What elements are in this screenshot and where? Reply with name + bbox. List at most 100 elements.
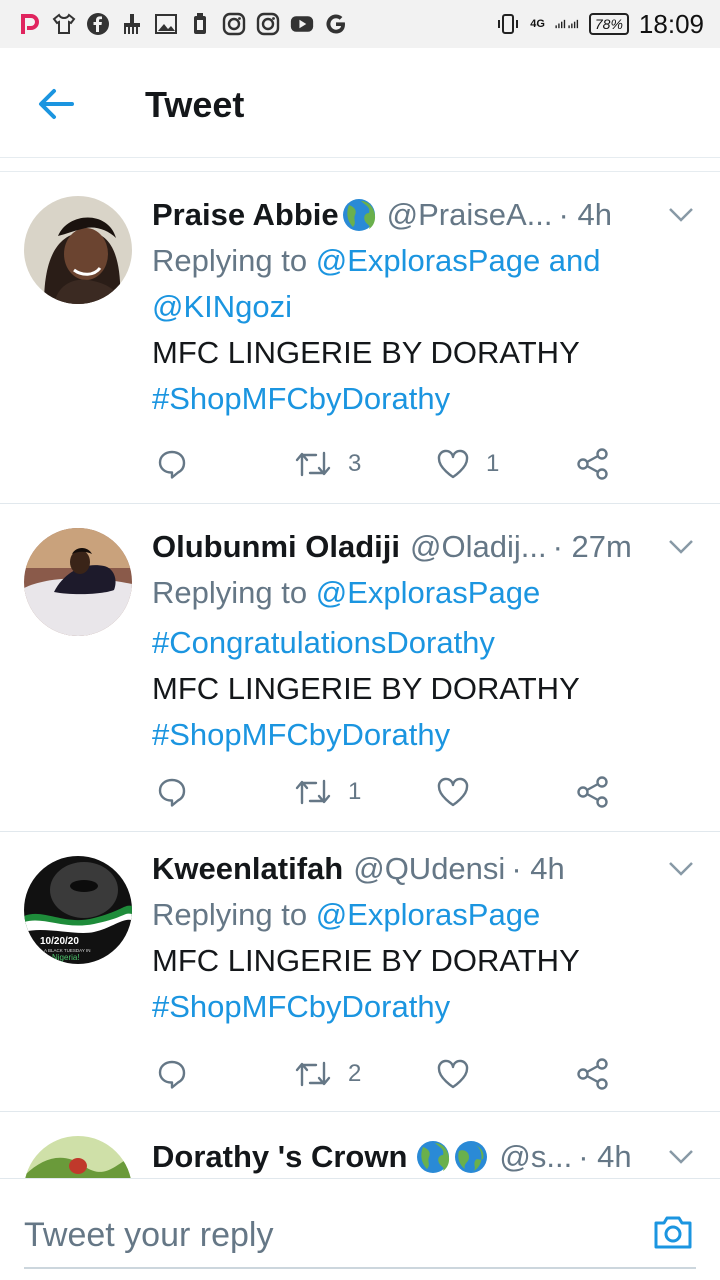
tweet-time: · 4h bbox=[578, 1139, 632, 1174]
retweet-icon bbox=[295, 779, 331, 805]
clock: 18:09 bbox=[638, 8, 704, 39]
network-type: 4G bbox=[530, 18, 545, 30]
status-bar: 4G 78% 18:09 bbox=[0, 0, 720, 48]
mention-link[interactable]: @ExplorasPage and bbox=[316, 243, 601, 278]
picsart-icon bbox=[18, 12, 42, 36]
share-icon bbox=[577, 1058, 608, 1090]
add-photo-button[interactable] bbox=[650, 1209, 696, 1255]
avatar-country-text: Nigeria! bbox=[52, 953, 80, 962]
hashtag-link[interactable]: #ShopMFCbyDorathy bbox=[152, 712, 696, 758]
tweet-options-button[interactable] bbox=[666, 532, 696, 562]
tweet-card[interactable]: Dorathy 's Crown @s... · 4h bbox=[0, 1112, 720, 1178]
like-button[interactable] bbox=[436, 1052, 486, 1096]
user-handle: @PraiseA... bbox=[386, 197, 553, 232]
facebook-icon bbox=[86, 12, 110, 36]
avatar[interactable] bbox=[24, 528, 132, 636]
battery-indicator: 78% bbox=[588, 13, 629, 35]
replying-prefix: Replying to bbox=[152, 575, 308, 610]
tweet-time: · 4h bbox=[511, 851, 565, 886]
like-button[interactable]: 1 bbox=[436, 442, 499, 486]
tweet-card[interactable]: Praise Abbie @PraiseA... · 4h Replying t… bbox=[0, 172, 720, 504]
reply-icon bbox=[158, 1060, 186, 1089]
user-handle: @s... bbox=[499, 1139, 573, 1174]
share-icon bbox=[577, 776, 608, 808]
youtube-icon bbox=[290, 12, 314, 36]
globe-emoji-icon bbox=[415, 1139, 451, 1175]
tshirt-icon bbox=[52, 12, 76, 36]
heart-icon bbox=[437, 1059, 469, 1089]
retweet-icon bbox=[295, 1061, 331, 1087]
like-count: 1 bbox=[486, 450, 500, 477]
like-button[interactable] bbox=[436, 770, 486, 814]
display-name[interactable]: Olubunmi Oladiji bbox=[152, 529, 400, 565]
tweet-options-button[interactable] bbox=[666, 854, 696, 884]
vibrate-icon bbox=[496, 12, 520, 36]
share-button[interactable] bbox=[576, 442, 610, 486]
instagram-icon bbox=[222, 12, 246, 36]
reply-button[interactable] bbox=[156, 442, 188, 486]
share-button[interactable] bbox=[576, 1052, 610, 1096]
retweet-icon bbox=[295, 451, 331, 477]
reply-input[interactable] bbox=[24, 1207, 624, 1263]
previous-tweet-edge bbox=[0, 158, 720, 172]
avatar[interactable] bbox=[24, 1136, 132, 1178]
display-name[interactable]: Praise Abbie bbox=[152, 197, 339, 233]
tweet-header: Dorathy 's Crown @s... · 4h bbox=[152, 1134, 696, 1178]
tweet-content: Praise Abbie @PraiseA... · 4h Replying t… bbox=[152, 192, 696, 422]
reply-button[interactable] bbox=[156, 1052, 188, 1096]
tweet-card[interactable]: 10/20/20 A BLACK TUESDAY IN Nigeria! Kwe… bbox=[0, 832, 720, 1112]
tweet-actions: 2 bbox=[152, 1052, 720, 1096]
avatar[interactable] bbox=[24, 196, 132, 304]
hashtag-link[interactable]: #ShopMFCbyDorathy bbox=[152, 376, 696, 422]
mention-link[interactable]: @KINgozi bbox=[152, 284, 696, 330]
display-name[interactable]: Kweenlatifah bbox=[152, 851, 343, 887]
mention-link[interactable]: @ExplorasPage bbox=[316, 575, 540, 610]
share-button[interactable] bbox=[576, 770, 610, 814]
globe-emoji-icon bbox=[453, 1139, 489, 1175]
hashtag-link[interactable]: #CongratulationsDorathy bbox=[152, 620, 696, 666]
hashtag-link[interactable]: #ShopMFCbyDorathy bbox=[152, 984, 696, 1030]
retweet-button[interactable]: 1 bbox=[294, 770, 361, 814]
battery-saver-icon bbox=[188, 12, 212, 36]
reply-composer bbox=[0, 1178, 720, 1280]
back-button[interactable] bbox=[30, 82, 82, 126]
retweet-count: 1 bbox=[348, 778, 362, 805]
reply-button[interactable] bbox=[156, 770, 188, 814]
share-icon bbox=[577, 448, 608, 480]
instagram-icon bbox=[256, 12, 280, 36]
retweet-button[interactable]: 2 bbox=[294, 1052, 361, 1096]
replying-to: Replying to @ExplorasPage bbox=[152, 892, 696, 938]
user-handle: @QUdensi bbox=[353, 851, 506, 886]
retweet-button[interactable]: 3 bbox=[294, 442, 361, 486]
signal-icon bbox=[555, 12, 579, 36]
display-name[interactable]: Dorathy 's Crown bbox=[152, 1139, 407, 1175]
replying-to: Replying to @ExplorasPage bbox=[152, 570, 696, 616]
reply-icon bbox=[158, 778, 186, 807]
system-status: 4G 78% 18:09 bbox=[496, 9, 704, 40]
tweet-options-button[interactable] bbox=[666, 200, 696, 230]
tweet-options-button[interactable] bbox=[666, 1142, 696, 1172]
google-icon bbox=[324, 12, 348, 36]
notification-icons bbox=[18, 12, 348, 36]
tweet-card[interactable]: Olubunmi Oladiji @Oladij... · 27m Replyi… bbox=[0, 504, 720, 832]
retweet-count: 2 bbox=[348, 1060, 362, 1087]
reply-icon bbox=[158, 450, 186, 479]
replying-to: Replying to @ExplorasPage and bbox=[152, 238, 696, 284]
tweet-header: Olubunmi Oladiji @Oladij... · 27m bbox=[152, 524, 696, 570]
tweet-time: · 27m bbox=[552, 529, 632, 564]
tweet-header: Praise Abbie @PraiseA... · 4h bbox=[152, 192, 696, 238]
avatar[interactable]: 10/20/20 A BLACK TUESDAY IN Nigeria! bbox=[24, 856, 132, 964]
mention-link[interactable]: @ExplorasPage bbox=[316, 897, 540, 932]
tweet-time: · 4h bbox=[558, 197, 612, 232]
heart-icon bbox=[437, 777, 469, 807]
user-handle: @Oladij... bbox=[410, 529, 547, 564]
tweet-text: MFC LINGERIE BY DORATHY bbox=[152, 943, 580, 978]
camera-icon bbox=[654, 1216, 692, 1249]
retweet-count: 3 bbox=[348, 450, 362, 477]
tweet-actions: 3 1 bbox=[152, 442, 720, 486]
arrow-left-icon bbox=[39, 89, 74, 119]
globe-emoji-icon bbox=[341, 197, 377, 233]
tweet-content: Kweenlatifah @QUdensi · 4h Replying to @… bbox=[152, 846, 696, 1030]
chevron-down-icon bbox=[669, 540, 693, 554]
tweet-content: Olubunmi Oladiji @Oladij... · 27m Replyi… bbox=[152, 524, 696, 758]
